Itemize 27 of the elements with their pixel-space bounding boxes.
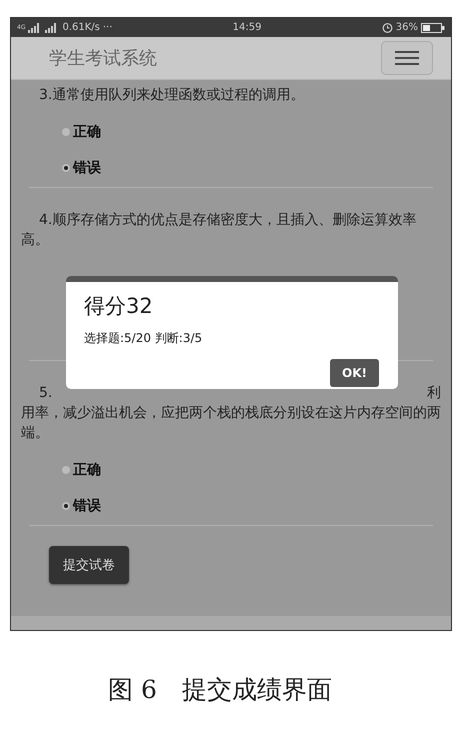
question-text: 3.通常使用队列来处理函数或过程的调用。 [38,86,306,105]
ok-button[interactable]: OK! [330,359,379,387]
battery-percent: 36% [396,22,418,33]
more-indicator: ··· [102,22,112,33]
network-speed: 0.61K/s [62,22,100,33]
question-number: 5. [39,384,52,403]
radio-button[interactable] [61,127,71,137]
app-title: 学生考试系统 [49,47,157,70]
option-label[interactable]: 错误 [73,159,101,177]
menu-button[interactable] [381,41,433,75]
option-label[interactable]: 正确 [73,123,101,141]
radio-button[interactable] [61,163,71,173]
dialog-title: 得分32 [84,293,154,320]
radio-button[interactable] [61,501,71,511]
submit-button[interactable]: 提交试卷 [49,546,129,584]
question-text-fragment: 利 [427,384,441,403]
battery-icon [420,22,445,32]
question-text: 用率，减少溢出机会，应把两个栈的栈底分别设在这片内存空间的两端。 [21,404,441,443]
clock: 14:59 [232,22,262,33]
alarm-icon [382,22,393,33]
menu-icon [395,51,419,65]
dialog-message: 选择题:5/20 判断:3/5 [84,330,204,347]
option-label[interactable]: 错误 [73,497,101,515]
question-text: 4.顺序存储方式的优点是存储密度大，且插入、删除运算效率高。 [21,211,418,250]
figure-caption: 图 6 提交成绩界面 [107,674,333,706]
radio-button[interactable] [61,465,71,475]
option-label[interactable]: 正确 [73,461,101,479]
